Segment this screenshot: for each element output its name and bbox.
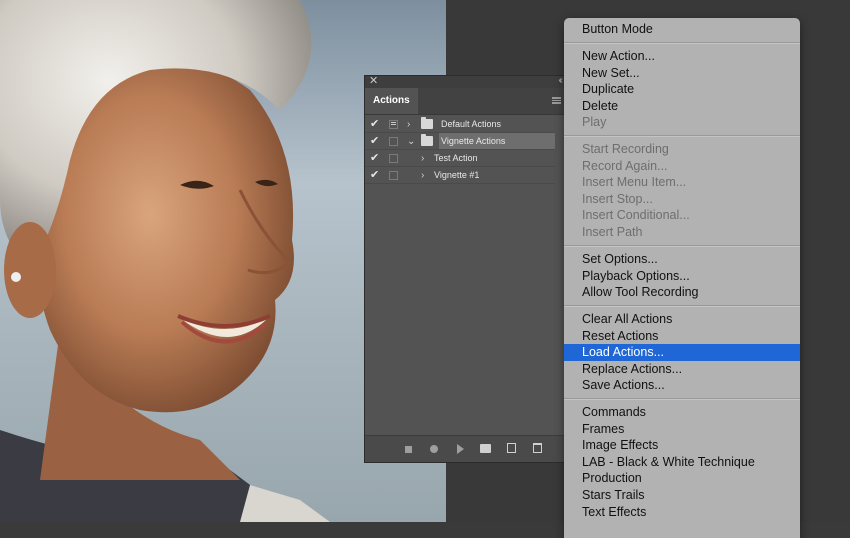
checkmark-icon[interactable]: ✔ (370, 150, 382, 167)
action-set-label: Vignette Actions (441, 136, 506, 146)
collapse-icon[interactable]: ‹‹ (558, 75, 562, 87)
menu-item-reset-actions[interactable]: Reset Actions (564, 328, 800, 345)
chevron-down-icon[interactable]: ⌄ (407, 133, 415, 150)
menu-separator (564, 305, 800, 307)
menu-separator (564, 245, 800, 247)
menu-item-start-recording: Start Recording (582, 142, 669, 156)
menu-item-lab-black-white[interactable]: LAB - Black & White Technique (564, 454, 800, 471)
action-set-label: Default Actions (441, 119, 502, 129)
chevron-right-icon[interactable]: › (421, 167, 424, 184)
menu-item-button-mode[interactable]: Button Mode (564, 21, 800, 38)
record-icon[interactable] (430, 445, 438, 453)
menu-item-production[interactable]: Production (564, 470, 800, 487)
dialog-toggle-icon[interactable] (389, 137, 398, 146)
checkmark-icon[interactable]: ✔ (370, 133, 382, 150)
menu-item-new-action[interactable]: New Action... (564, 48, 800, 65)
menu-item-record-again: Record Again... (582, 158, 668, 173)
panel-title-bar[interactable]: ✕ ‹‹ (365, 75, 565, 88)
action-row[interactable]: ✔ › Vignette #1 (365, 167, 555, 184)
stop-icon[interactable] (405, 446, 412, 453)
action-label: Vignette #1 (434, 170, 480, 180)
menu-item-set-options[interactable]: Set Options... (564, 251, 800, 268)
menu-item-text-effects[interactable]: Text Effects (564, 504, 800, 521)
action-set-row[interactable]: ✔ ⌄ Vignette Actions (365, 133, 555, 150)
menu-item-insert-menu-item: Insert Menu Item... (582, 175, 687, 190)
menu-item-load-actions[interactable]: Load Actions... (564, 344, 800, 361)
menu-item-insert-stop: Insert Stop... (582, 191, 653, 206)
chevron-right-icon[interactable]: › (421, 150, 424, 167)
menu-item-play: Play (582, 115, 607, 130)
row-divider (365, 183, 555, 184)
menu-item-save-actions[interactable]: Save Actions... (564, 377, 800, 394)
checkmark-icon[interactable]: ✔ (370, 116, 382, 133)
menu-item-insert-conditional: Insert Conditional... (582, 208, 690, 223)
tab-actions[interactable]: Actions (365, 88, 418, 114)
trash-icon[interactable] (533, 443, 542, 453)
action-set-row[interactable]: ✔ › Default Actions (365, 116, 555, 133)
menu-item-playback-options[interactable]: Playback Options... (564, 268, 800, 285)
dialog-toggle-icon[interactable] (389, 154, 398, 163)
folder-icon (421, 117, 433, 129)
folder-open-icon (421, 134, 433, 146)
dialog-toggle-icon[interactable] (389, 120, 398, 129)
new-action-icon[interactable] (507, 443, 516, 453)
close-icon[interactable]: ✕ (369, 75, 378, 87)
menu-separator (564, 135, 800, 137)
menu-item-commands[interactable]: Commands (564, 404, 800, 421)
dialog-toggle-icon[interactable] (389, 171, 398, 180)
action-label: Test Action (434, 153, 478, 163)
menu-item-clear-all-actions[interactable]: Clear All Actions (564, 311, 800, 328)
actions-flyout-menu: Button Mode New Action... New Set... Dup… (564, 18, 800, 538)
menu-item-duplicate[interactable]: Duplicate (564, 81, 800, 98)
actions-panel: ✕ ‹‹ Actions ✔ › Default Actions ✔ ⌄ Vig… (364, 75, 566, 463)
new-set-icon[interactable] (480, 444, 491, 453)
play-icon[interactable] (457, 444, 464, 454)
panel-tab-bar: Actions (365, 88, 565, 115)
menu-item-frames[interactable]: Frames (564, 421, 800, 438)
panel-footer (365, 435, 565, 462)
menu-item-image-effects[interactable]: Image Effects (564, 437, 800, 454)
menu-item-stars-trails[interactable]: Stars Trails (564, 487, 800, 504)
chevron-right-icon[interactable]: › (407, 116, 410, 133)
menu-separator (564, 398, 800, 400)
menu-item-allow-tool-recording[interactable]: Allow Tool Recording (564, 284, 800, 301)
checkmark-icon[interactable]: ✔ (370, 167, 382, 184)
menu-item-delete[interactable]: Delete (564, 98, 800, 115)
action-row[interactable]: ✔ › Test Action (365, 150, 555, 167)
panel-menu-icon[interactable] (552, 97, 561, 104)
menu-separator (564, 42, 800, 44)
menu-item-new-set[interactable]: New Set... (564, 65, 800, 82)
menu-item-insert-path: Insert Path (582, 225, 643, 239)
menu-item-replace-actions[interactable]: Replace Actions... (564, 361, 800, 378)
